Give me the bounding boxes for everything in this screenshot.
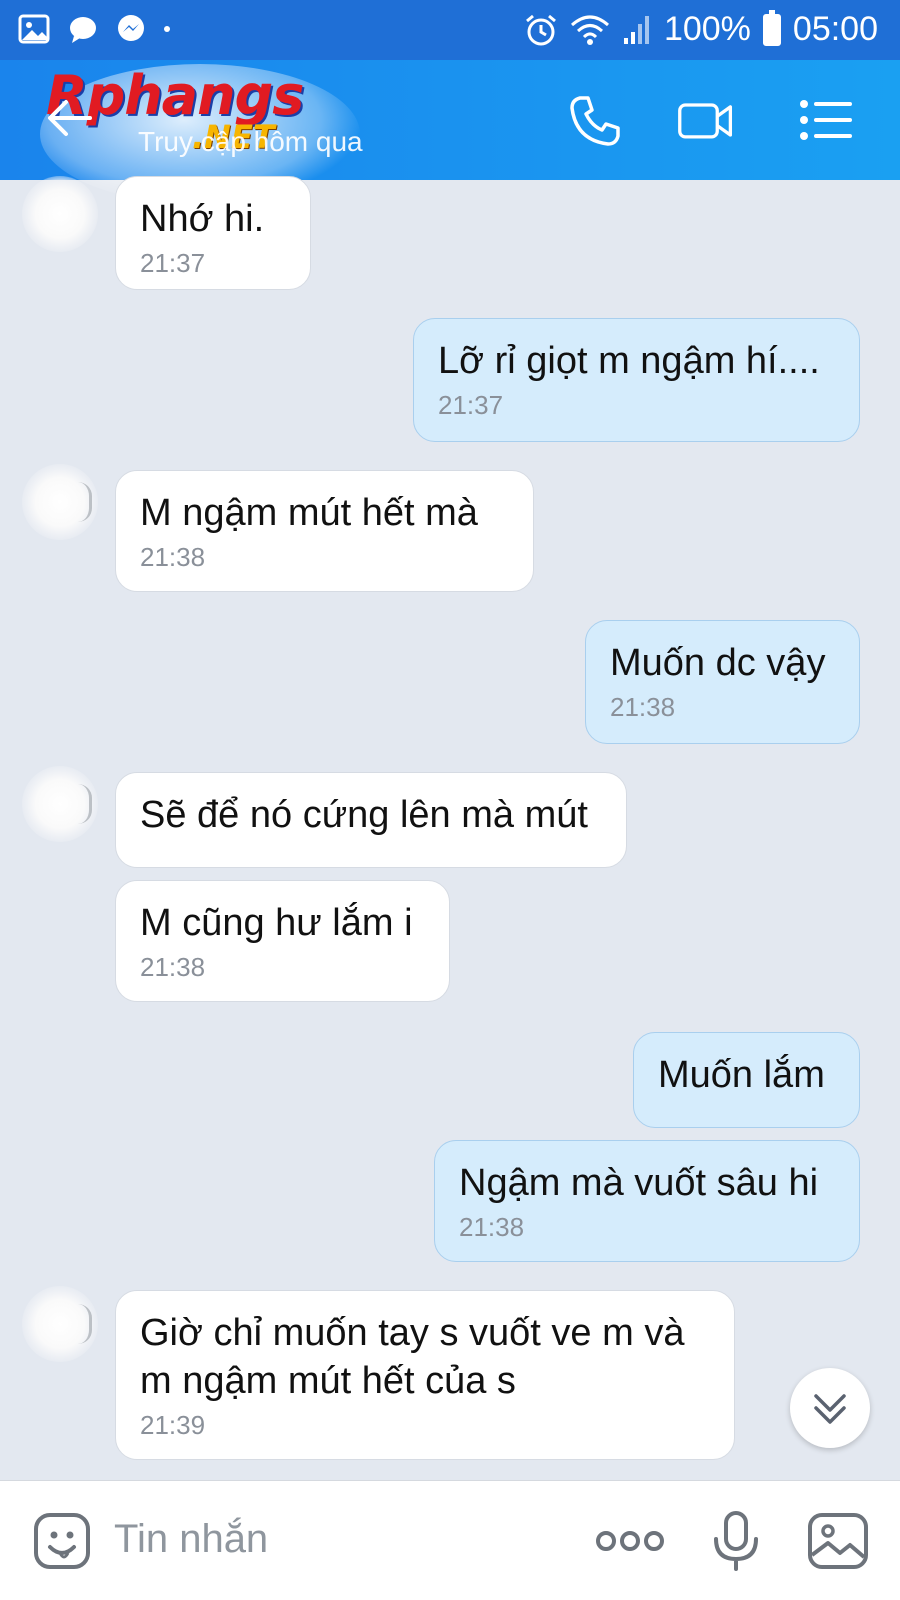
- message-bubble-outgoing[interactable]: Lỡ rỉ giọt m ngậm hí.... 21:37: [413, 318, 860, 442]
- message-time: 21:39: [140, 1410, 206, 1440]
- chevron-double-down-icon: [814, 1394, 846, 1424]
- status-bar: 100% 05:00: [0, 0, 900, 60]
- clock: 05:00: [792, 10, 878, 48]
- message-text: M cũng hư lắm i: [140, 902, 413, 944]
- avatar[interactable]: [22, 464, 98, 540]
- message-time: 21:38: [459, 1212, 525, 1242]
- message-text: Muốn dc vậy: [610, 642, 826, 684]
- message-bubble-incoming[interactable]: Giờ chỉ muốn tay s vuốt ve m và m ngậm m…: [115, 1290, 735, 1460]
- message-bubble-incoming[interactable]: M ngậm mút hết mà 21:38: [115, 470, 534, 592]
- message-text: Sẽ để nó cứng lên mà mút: [140, 794, 588, 836]
- gallery-icon: [18, 14, 50, 44]
- message-bubble-outgoing[interactable]: Ngậm mà vuốt sâu hi 21:38: [434, 1140, 860, 1262]
- system-status: 100% 05:00: [524, 9, 878, 49]
- message-time: 21:37: [140, 248, 206, 278]
- microphone-icon[interactable]: [704, 1509, 768, 1573]
- message-bubble-incoming[interactable]: Sẽ để nó cứng lên mà mút: [115, 772, 627, 868]
- message-bubble-incoming[interactable]: M cũng hư lắm i 21:38: [115, 880, 450, 1002]
- avatar[interactable]: [22, 1286, 98, 1362]
- message-input[interactable]: Tin nhắn: [114, 1517, 268, 1562]
- chat-bubble-icon: [70, 17, 96, 43]
- avatar[interactable]: [22, 176, 98, 252]
- message-time: 21:38: [610, 692, 676, 722]
- back-arrow-icon[interactable]: [44, 92, 96, 144]
- more-icon[interactable]: [594, 1509, 666, 1573]
- message-time: 21:38: [140, 952, 206, 982]
- message-bubble-outgoing[interactable]: Muốn lắm: [633, 1032, 860, 1128]
- alarm-icon: [525, 14, 556, 45]
- message-text: Giờ chỉ muốn tay s vuốt ve m và: [140, 1312, 685, 1354]
- message-text: Muốn lắm: [658, 1054, 825, 1096]
- image-icon[interactable]: [806, 1509, 870, 1573]
- message-text-line2: m ngậm mút hết của s: [140, 1360, 516, 1402]
- chat-header: Rphangs .NET Truy cập hôm qua: [0, 60, 900, 204]
- message-text: Ngậm mà vuốt sâu hi: [459, 1162, 819, 1204]
- message-text: M ngậm mút hết mà: [140, 492, 478, 534]
- message-time: 21:38: [140, 542, 206, 572]
- sticker-icon[interactable]: [30, 1509, 94, 1573]
- phone-icon[interactable]: [566, 90, 626, 150]
- signal-icon: [623, 15, 649, 44]
- message-time: 21:37: [438, 390, 504, 420]
- dot-icon: [164, 26, 170, 32]
- wifi-icon: [570, 15, 609, 45]
- video-icon[interactable]: [676, 90, 736, 150]
- battery-icon: [762, 9, 781, 46]
- menu-icon[interactable]: [796, 90, 856, 150]
- messenger-icon: [118, 15, 144, 41]
- message-input-bar: Tin nhắn: [0, 1480, 900, 1600]
- message-bubble-outgoing[interactable]: Muốn dc vậy 21:38: [585, 620, 860, 744]
- scroll-to-bottom-button[interactable]: [790, 1368, 870, 1448]
- notification-icons: [18, 14, 170, 44]
- message-text: Nhớ hi.: [140, 198, 265, 240]
- battery-percent: 100%: [663, 10, 751, 48]
- last-seen-status: Truy cập hôm qua: [138, 126, 363, 157]
- message-bubble-incoming[interactable]: Nhớ hi. 21:37: [115, 176, 311, 290]
- message-text: Lỡ rỉ giọt m ngậm hí....: [438, 340, 820, 382]
- avatar[interactable]: [22, 766, 98, 842]
